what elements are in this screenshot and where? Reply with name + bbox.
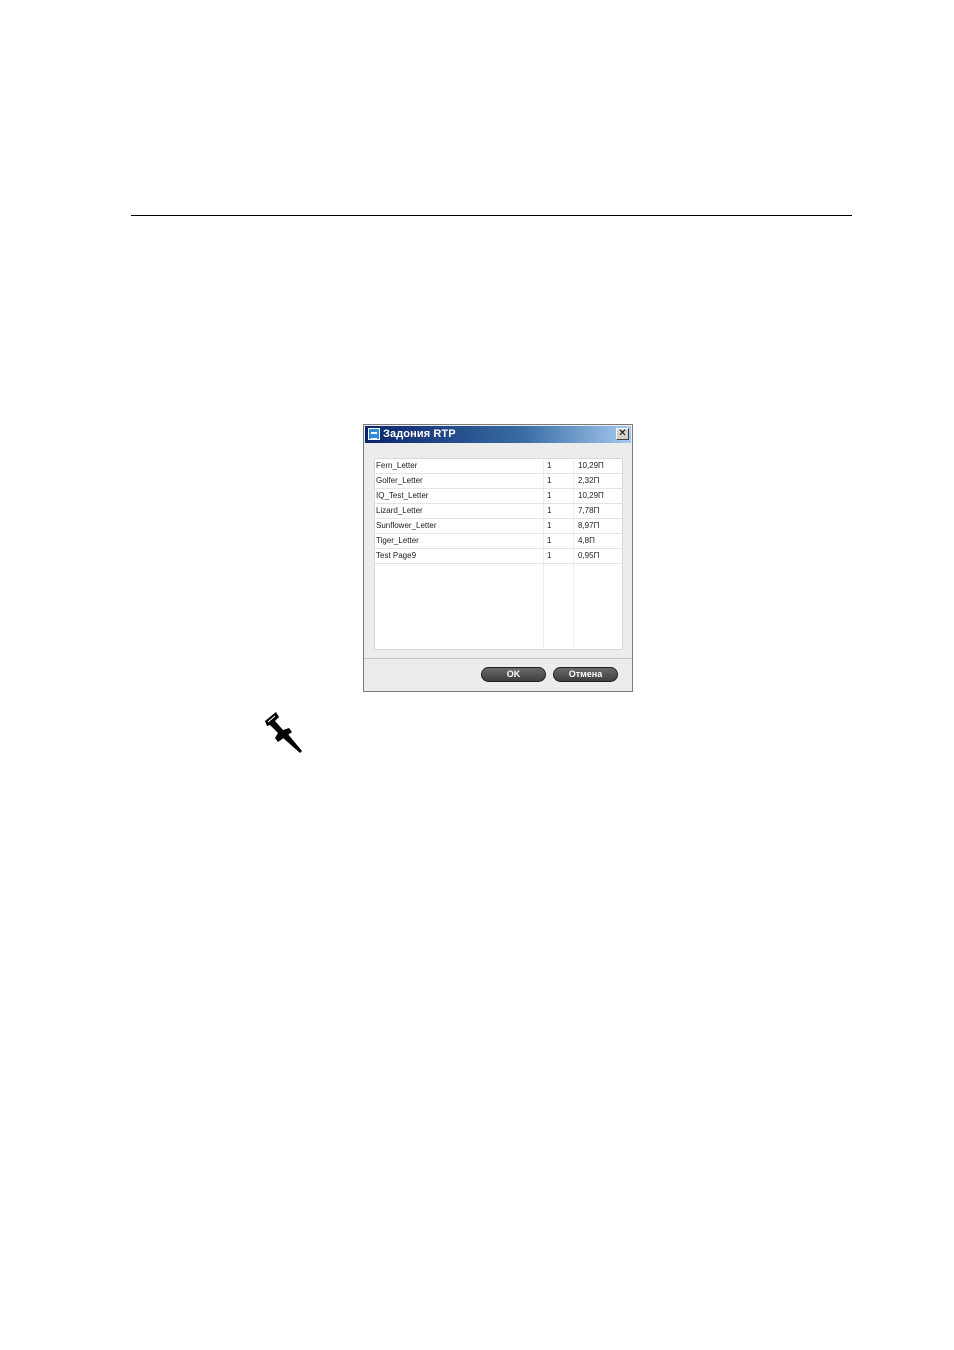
job-count: 1 <box>547 521 552 530</box>
job-count: 1 <box>547 491 552 500</box>
job-size: 7,78П <box>578 506 600 515</box>
list-item[interactable]: Lizard_Letter 1 7,78П <box>375 504 622 519</box>
list-item[interactable]: Golfer_Letter 1 2,32П <box>375 474 622 489</box>
app-window-icon <box>368 428 380 440</box>
job-size: 8,97П <box>578 521 600 530</box>
rtp-jobs-dialog: Задония RTP ✕ Fern_Letter 1 10,29П Golfe… <box>363 424 633 692</box>
job-name: IQ_Test_Letter <box>376 491 429 500</box>
job-name: Test Page9 <box>376 551 417 560</box>
job-size: 10,29П <box>578 461 604 470</box>
list-item[interactable]: IQ_Test_Letter 1 10,29П <box>375 489 622 504</box>
dialog-title: Задония RTP <box>383 428 456 440</box>
job-size: 0,95П <box>578 551 600 560</box>
job-size: 10,29П <box>578 491 604 500</box>
job-count: 1 <box>547 551 552 560</box>
pushpin-icon <box>265 712 302 753</box>
job-count: 1 <box>547 461 552 470</box>
list-item[interactable]: Test Page9 1 0,95П <box>375 549 622 564</box>
close-icon: ✕ <box>618 428 627 439</box>
dialog-titlebar[interactable]: Задония RTP ✕ <box>365 426 631 443</box>
job-size: 4,8П <box>578 536 595 545</box>
job-name: Sunflower_Letter <box>376 521 437 530</box>
job-count: 1 <box>547 536 552 545</box>
ok-button[interactable]: OK <box>481 667 546 682</box>
list-item[interactable]: Tiger_Letter 1 4,8П <box>375 534 622 549</box>
header-rule <box>131 215 852 216</box>
job-name: Tiger_Letter <box>376 536 419 545</box>
close-button[interactable]: ✕ <box>616 428 629 440</box>
job-name: Lizard_Letter <box>376 506 423 515</box>
list-item[interactable]: Fern_Letter 1 10,29П <box>375 459 622 474</box>
job-name: Fern_Letter <box>376 461 418 470</box>
job-count: 1 <box>547 506 552 515</box>
footer-divider <box>364 658 632 659</box>
job-name: Golfer_Letter <box>376 476 423 485</box>
job-size: 2,32П <box>578 476 600 485</box>
cancel-button[interactable]: Отмена <box>553 667 618 682</box>
list-item[interactable]: Sunflower_Letter 1 8,97П <box>375 519 622 534</box>
job-count: 1 <box>547 476 552 485</box>
jobs-list[interactable]: Fern_Letter 1 10,29П Golfer_Letter 1 2,3… <box>374 458 623 650</box>
